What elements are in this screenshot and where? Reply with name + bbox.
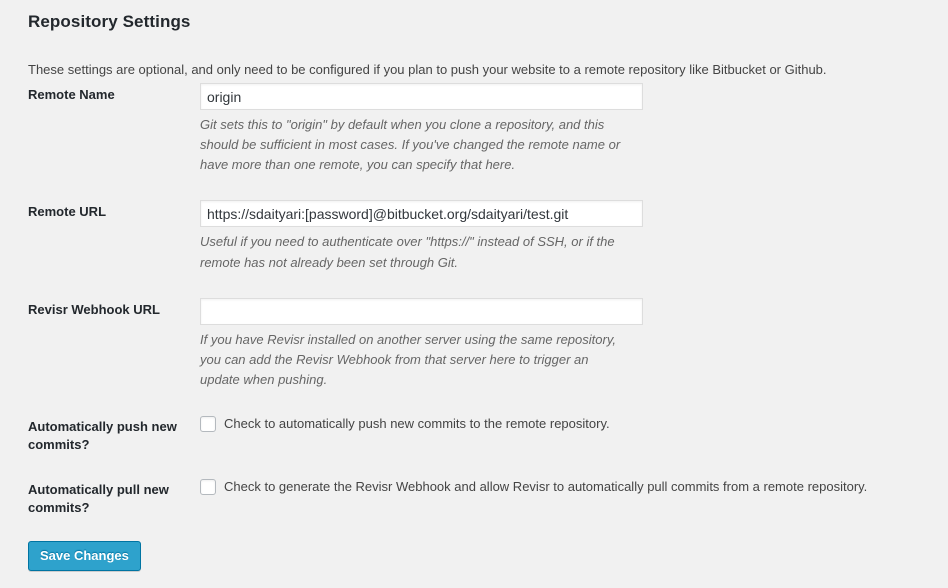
label-auto-push: Automatically push new commits?	[0, 410, 200, 473]
page-title: Repository Settings	[28, 12, 190, 32]
form-row-remote-name: Remote Name Git sets this to "origin" by…	[0, 78, 948, 195]
auto-pull-checkbox-text: Check to generate the Revisr Webhook and…	[224, 478, 867, 496]
field-cell-webhook-url: If you have Revisr installed on another …	[200, 293, 948, 410]
remote-name-input[interactable]	[200, 83, 643, 110]
repository-settings-page: Repository Settings These settings are o…	[0, 0, 948, 588]
page-intro-text: These settings are optional, and only ne…	[28, 60, 827, 80]
field-cell-remote-name: Git sets this to "origin" by default whe…	[200, 78, 948, 195]
webhook-url-input[interactable]	[200, 298, 643, 325]
auto-push-checkbox[interactable]	[200, 416, 216, 432]
label-remote-name: Remote Name	[0, 78, 200, 195]
save-changes-button[interactable]: Save Changes	[28, 541, 141, 571]
auto-push-checkbox-text: Check to automatically push new commits …	[224, 415, 610, 433]
field-cell-auto-push: Check to automatically push new commits …	[200, 410, 948, 473]
auto-pull-checkbox[interactable]	[200, 479, 216, 495]
auto-pull-checkbox-label[interactable]: Check to generate the Revisr Webhook and…	[200, 478, 867, 496]
form-row-auto-pull: Automatically pull new commits? Check to…	[0, 473, 948, 536]
form-row-auto-push: Automatically push new commits? Check to…	[0, 410, 948, 473]
auto-push-checkbox-label[interactable]: Check to automatically push new commits …	[200, 415, 610, 433]
field-cell-remote-url: Useful if you need to authenticate over …	[200, 195, 948, 292]
submit-area: Save Changes	[28, 541, 141, 571]
label-webhook-url: Revisr Webhook URL	[0, 293, 200, 410]
form-row-remote-url: Remote URL Useful if you need to authent…	[0, 195, 948, 292]
form-row-webhook-url: Revisr Webhook URL If you have Revisr in…	[0, 293, 948, 410]
field-cell-auto-pull: Check to generate the Revisr Webhook and…	[200, 473, 948, 536]
settings-form-table: Remote Name Git sets this to "origin" by…	[0, 78, 948, 536]
remote-name-description: Git sets this to "origin" by default whe…	[200, 115, 630, 175]
label-auto-pull: Automatically pull new commits?	[0, 473, 200, 536]
remote-url-input[interactable]	[200, 200, 643, 227]
webhook-url-description: If you have Revisr installed on another …	[200, 330, 630, 390]
remote-url-description: Useful if you need to authenticate over …	[200, 232, 630, 272]
label-remote-url: Remote URL	[0, 195, 200, 292]
